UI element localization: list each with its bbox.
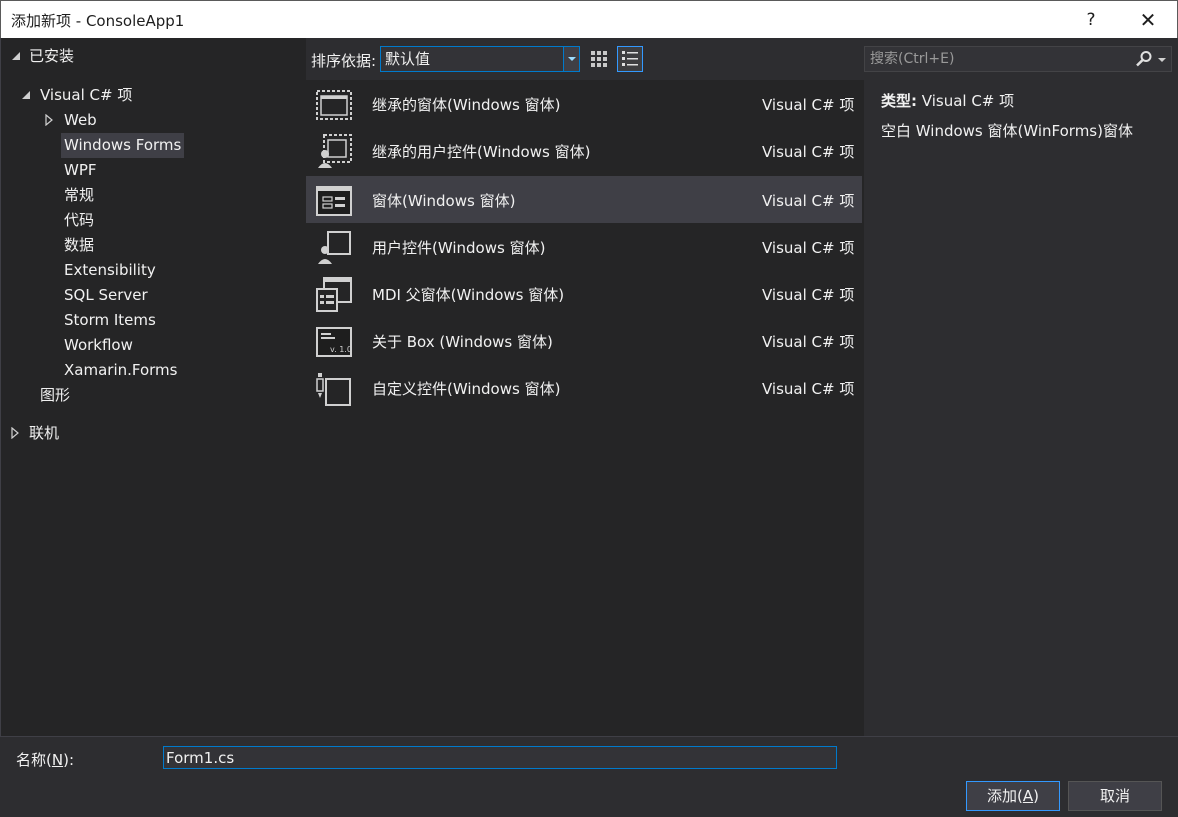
add-label-prefix: 添加( <box>987 787 1023 805</box>
type-value: Visual C# 项 <box>921 92 1015 110</box>
add-label-accesskey: A <box>1022 787 1034 805</box>
template-item[interactable]: 继承的窗体(Windows 窗体) Visual C# 项 <box>306 80 862 127</box>
grid-view-icon <box>591 51 607 67</box>
tree-item-web[interactable]: Web <box>64 108 97 133</box>
template-name: 窗体(Windows 窗体) <box>372 192 516 210</box>
tree-item-xamarin-forms[interactable]: Xamarin.Forms <box>64 358 177 383</box>
add-label-suffix: ) <box>1033 787 1039 805</box>
about-box-icon: v. 1.0 <box>316 327 352 357</box>
sort-dropdown[interactable]: 默认值 <box>380 46 580 72</box>
form-icon <box>316 186 352 216</box>
template-description: 空白 Windows 窗体(WinForms)窗体 <box>881 122 1133 140</box>
tree-item-extensibility[interactable]: Extensibility <box>64 258 156 283</box>
template-item[interactable]: MDI 父窗体(Windows 窗体) Visual C# 项 <box>306 270 862 317</box>
name-input[interactable] <box>163 746 837 769</box>
sort-value: 默认值 <box>385 50 431 68</box>
template-language: Visual C# 项 <box>762 333 855 351</box>
list-view-icon <box>622 51 638 66</box>
name-label: 名称(N): <box>16 749 74 770</box>
template-name: MDI 父窗体(Windows 窗体) <box>372 286 565 304</box>
custom-control-icon <box>316 373 351 406</box>
cancel-button[interactable]: 取消 <box>1068 781 1162 811</box>
help-button[interactable]: ? <box>1071 7 1111 33</box>
add-button[interactable]: 添加(A) <box>966 781 1060 811</box>
template-item[interactable]: 自定义控件(Windows 窗体) Visual C# 项 <box>306 364 862 411</box>
template-language: Visual C# 项 <box>762 239 855 257</box>
template-item-selected[interactable]: 窗体(Windows 窗体) Visual C# 项 <box>306 176 862 223</box>
search-options-chevron-icon[interactable] <box>1158 58 1166 62</box>
details-pane: 类型: Visual C# 项 空白 Windows 窗体(WinForms)窗… <box>864 80 1178 736</box>
template-name: 用户控件(Windows 窗体) <box>372 239 546 257</box>
expanded-arrow-icon[interactable] <box>11 51 21 61</box>
template-name: 自定义控件(Windows 窗体) <box>372 380 561 398</box>
tree-item-sql-server[interactable]: SQL Server <box>64 283 148 308</box>
tree-item-wpf[interactable]: WPF <box>64 158 97 183</box>
collapsed-arrow-icon[interactable] <box>45 114 53 126</box>
title-bar: 添加新项 - ConsoleApp1 ? ✕ <box>0 0 1178 38</box>
template-item[interactable]: 用户控件(Windows 窗体) Visual C# 项 <box>306 223 862 270</box>
name-label-suffix: ): <box>63 751 74 769</box>
tree-item-visual-cs[interactable]: Visual C# 项 <box>40 83 132 108</box>
template-language: Visual C# 项 <box>762 286 855 304</box>
type-row: 类型: Visual C# 项 <box>881 90 1014 111</box>
window-title: 添加新项 - ConsoleApp1 <box>11 12 185 30</box>
template-name: 继承的窗体(Windows 窗体) <box>372 96 561 114</box>
mdi-parent-form-icon <box>316 277 352 312</box>
category-tree: 已安装 Visual C# 项 Web Windows Forms WPF 常规… <box>0 38 306 738</box>
template-item[interactable]: v. 1.0 关于 Box (Windows 窗体) Visual C# 项 <box>306 317 862 364</box>
expanded-arrow-icon[interactable] <box>21 90 31 100</box>
template-list: 继承的窗体(Windows 窗体) Visual C# 项 继承的用户控件(Wi… <box>306 80 864 736</box>
template-language: Visual C# 项 <box>762 96 855 114</box>
template-name: 关于 Box (Windows 窗体) <box>372 333 553 351</box>
tree-item-windows-forms[interactable]: Windows Forms <box>61 133 185 158</box>
tree-item-workflow[interactable]: Workflow <box>64 333 133 358</box>
list-view-button[interactable] <box>617 46 643 72</box>
tree-item-general[interactable]: 常规 <box>64 183 94 208</box>
tree-item-online[interactable]: 联机 <box>29 421 59 446</box>
close-button[interactable]: ✕ <box>1128 7 1168 33</box>
template-language: Visual C# 项 <box>762 380 855 398</box>
sort-bar: 排序依据: 默认值 <box>306 38 864 80</box>
svg-text:v. 1.0: v. 1.0 <box>330 345 352 354</box>
tree-item-data[interactable]: 数据 <box>64 233 94 258</box>
template-name: 继承的用户控件(Windows 窗体) <box>372 143 591 161</box>
name-label-prefix: 名称( <box>16 751 52 769</box>
template-language: Visual C# 项 <box>762 143 855 161</box>
name-label-accesskey: N <box>51 751 64 769</box>
sort-label: 排序依据: <box>311 52 377 70</box>
search-input[interactable] <box>865 47 1133 71</box>
tree-item-installed[interactable]: 已安装 <box>29 44 74 69</box>
grid-view-button[interactable] <box>586 46 612 72</box>
collapsed-arrow-icon[interactable] <box>11 427 19 439</box>
tree-item-storm-items[interactable]: Storm Items <box>64 308 156 333</box>
inherited-user-control-icon <box>318 134 352 168</box>
search-box[interactable] <box>864 46 1172 72</box>
inherited-form-icon <box>316 90 352 120</box>
template-item[interactable]: 继承的用户控件(Windows 窗体) Visual C# 项 <box>306 127 862 174</box>
search-icon[interactable] <box>1135 50 1153 68</box>
chevron-down-icon[interactable] <box>563 47 579 71</box>
tree-item-code[interactable]: 代码 <box>64 208 94 233</box>
user-control-icon <box>318 231 351 264</box>
tree-item-graphics[interactable]: 图形 <box>40 383 70 408</box>
type-label: 类型: <box>881 92 917 110</box>
footer: 名称(N): 添加(A) 取消 <box>0 736 1178 817</box>
template-language: Visual C# 项 <box>762 192 855 210</box>
